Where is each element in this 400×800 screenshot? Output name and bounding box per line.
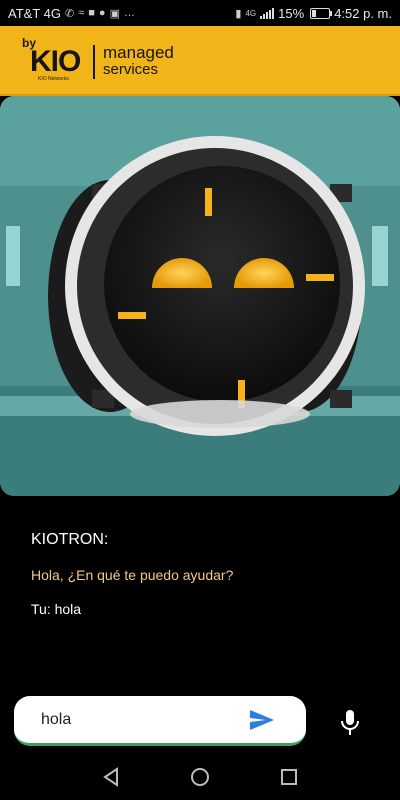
robot-illustration bbox=[0, 96, 400, 496]
status-left: AT&T 4G ✆ ≈ ■ ● ▣ … bbox=[8, 6, 135, 21]
swirl-icon: ≈ bbox=[78, 7, 85, 19]
carrier-label: AT&T 4G bbox=[8, 5, 61, 21]
send-button[interactable] bbox=[248, 708, 276, 732]
send-icon bbox=[250, 710, 274, 730]
signal-icon bbox=[260, 7, 275, 19]
bot-message: Hola, ¿En qué te puedo ayudar? bbox=[31, 567, 234, 583]
tagline-line-1: managed bbox=[103, 43, 174, 62]
home-button[interactable] bbox=[189, 766, 211, 788]
spotify-icon: ● bbox=[98, 7, 106, 19]
facebook-icon: ▣ bbox=[109, 7, 120, 20]
network-badge: 4G bbox=[245, 8, 257, 18]
square-icon: ■ bbox=[88, 7, 95, 19]
kiotron-robot-image bbox=[0, 96, 400, 496]
back-icon bbox=[103, 767, 118, 787]
robot-face bbox=[104, 166, 340, 402]
android-nav-bar bbox=[0, 754, 400, 800]
mic-button[interactable] bbox=[338, 708, 362, 738]
logo-divider bbox=[93, 45, 95, 79]
vibrate-icon: ▮ bbox=[235, 7, 242, 20]
chat-log: KIOTRON: Hola, ¿En qué te puedo ayudar? … bbox=[0, 500, 400, 690]
more-icon: … bbox=[123, 7, 135, 19]
battery-icon bbox=[310, 7, 333, 19]
message-input[interactable] bbox=[41, 708, 231, 732]
recents-button[interactable] bbox=[278, 766, 300, 788]
recents-icon bbox=[281, 769, 297, 785]
tagline-line-2: services bbox=[103, 61, 159, 78]
back-button[interactable] bbox=[100, 766, 122, 788]
clock: 4:52 p. m. bbox=[334, 5, 392, 21]
app-header: by KIO KIO Networks managed services bbox=[0, 26, 400, 96]
managed-services-tagline: managed services bbox=[103, 44, 174, 78]
user-message: Tu: hola bbox=[31, 601, 82, 617]
battery-percent: 15% bbox=[278, 5, 305, 21]
whatsapp-icon: ✆ bbox=[64, 7, 75, 20]
status-bar: AT&T 4G ✆ ≈ ■ ● ▣ … ▮ 4G 15% 4:52 p. m. bbox=[0, 0, 400, 26]
home-icon bbox=[191, 768, 209, 786]
logo-group-text: KIO Networks bbox=[38, 76, 69, 82]
message-input-container bbox=[14, 696, 306, 746]
mic-icon bbox=[341, 710, 359, 735]
status-right: ▮ 4G 15% 4:52 p. m. bbox=[235, 6, 392, 21]
kio-logo: KIO bbox=[30, 45, 81, 78]
bot-name-label: KIOTRON: bbox=[31, 531, 109, 548]
